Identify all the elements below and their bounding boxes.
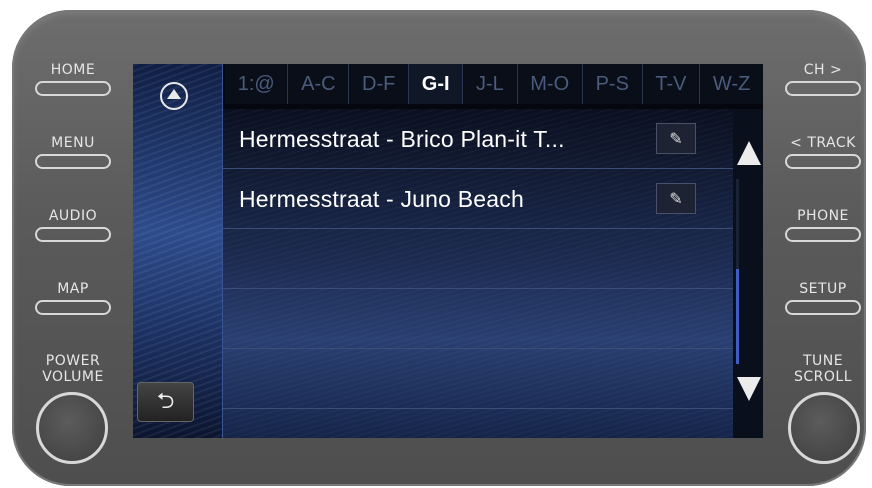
alphabet-tab-bar: 1:@ A-C D-F G-I J-L M-O P-S T-V W-Z	[225, 64, 763, 104]
setup-button[interactable]: SETUP	[778, 281, 868, 315]
scroll-down-arrow-icon[interactable]	[737, 377, 761, 401]
tune-scroll-knob[interactable]	[788, 392, 860, 464]
list-item-empty	[223, 289, 733, 349]
scrollbar[interactable]	[733, 109, 763, 438]
channel-next-label: CH >	[803, 62, 843, 78]
back-arrow-icon: ⮌	[156, 389, 175, 414]
back-button[interactable]: ⮌	[137, 382, 194, 422]
menu-button[interactable]: MENU	[28, 135, 118, 169]
list-item-empty	[223, 229, 733, 289]
tab-p-s[interactable]: P-S	[582, 64, 643, 104]
power-label: POWER	[45, 353, 101, 369]
tab-j-l[interactable]: J-L	[463, 64, 518, 104]
home-button[interactable]: HOME	[28, 62, 118, 96]
tab-a-c[interactable]: A-C	[288, 64, 350, 104]
power-volume-label: POWER VOLUME	[28, 353, 118, 385]
track-previous-pill	[785, 154, 861, 169]
list-item[interactable]: Hermesstraat - Juno Beach ✎	[223, 169, 733, 229]
touchscreen: ⮌ 1:@ A-C D-F G-I J-L M-O P-S T-V W-Z He…	[133, 64, 763, 438]
tab-g-i[interactable]: G-I	[409, 64, 464, 104]
tab-w-z[interactable]: W-Z	[700, 64, 763, 104]
home-button-pill	[35, 81, 111, 96]
phone-button-label: PHONE	[797, 208, 849, 224]
channel-next-button[interactable]: CH >	[778, 62, 868, 96]
tune-scroll-label: TUNE SCROLL	[778, 353, 868, 385]
scroll-label: SCROLL	[793, 369, 852, 385]
power-volume-knob[interactable]	[36, 392, 108, 464]
edit-button[interactable]: ✎	[656, 183, 696, 214]
screen-sidebar: ⮌	[133, 64, 223, 438]
scroll-up-arrow-icon[interactable]	[737, 141, 761, 165]
map-button-pill	[35, 300, 111, 315]
tab-t-v[interactable]: T-V	[642, 64, 701, 104]
setup-button-pill	[785, 300, 861, 315]
volume-label: VOLUME	[42, 369, 104, 385]
tab-m-o[interactable]: M-O	[517, 64, 583, 104]
list-item[interactable]: Hermesstraat - Brico Plan-it T... ✎	[223, 109, 733, 169]
channel-next-pill	[785, 81, 861, 96]
tab-1-at[interactable]: 1:@	[225, 64, 289, 104]
audio-button-pill	[35, 227, 111, 242]
track-previous-label: < TRACK	[790, 135, 856, 151]
list-item-empty	[223, 349, 733, 409]
navigation-arrow-icon[interactable]	[160, 82, 188, 110]
scroll-thumb[interactable]	[736, 269, 739, 364]
edit-icon: ✎	[669, 129, 683, 148]
edit-button[interactable]: ✎	[656, 123, 696, 154]
audio-button[interactable]: AUDIO	[28, 208, 118, 242]
list-item-label: Hermesstraat - Brico Plan-it T...	[239, 126, 565, 152]
destination-list: Hermesstraat - Brico Plan-it T... ✎ Herm…	[223, 109, 733, 438]
edit-icon: ✎	[669, 189, 683, 208]
phone-button-pill	[785, 227, 861, 242]
setup-button-label: SETUP	[799, 281, 847, 297]
list-item-label: Hermesstraat - Juno Beach	[239, 186, 524, 212]
audio-button-label: AUDIO	[48, 208, 98, 224]
menu-button-label: MENU	[51, 135, 95, 151]
map-button[interactable]: MAP	[28, 281, 118, 315]
menu-button-pill	[35, 154, 111, 169]
home-button-label: HOME	[50, 62, 96, 78]
phone-button[interactable]: PHONE	[778, 208, 868, 242]
tab-d-f[interactable]: D-F	[349, 64, 410, 104]
map-button-label: MAP	[57, 281, 89, 297]
tune-label: TUNE	[802, 353, 844, 369]
track-previous-button[interactable]: < TRACK	[778, 135, 868, 169]
